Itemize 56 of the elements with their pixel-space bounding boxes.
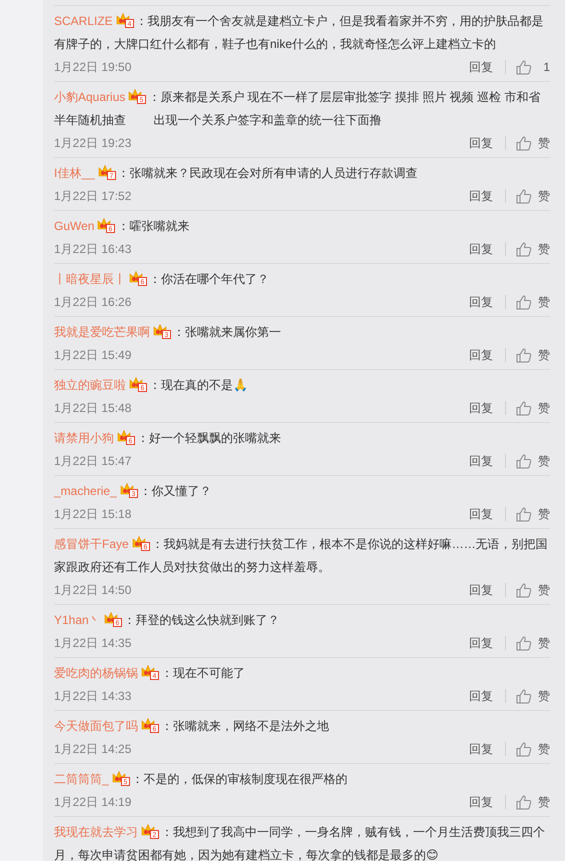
comment-time: 1月22日 14:33 — [54, 688, 132, 704]
reply-link[interactable]: 回复 — [469, 58, 493, 76]
like-count[interactable]: 赞 — [538, 506, 550, 522]
thumbs-up-icon[interactable] — [516, 348, 532, 362]
reply-link[interactable]: 回复 — [469, 688, 493, 704]
comment-time: 1月22日 19:50 — [54, 58, 132, 76]
thumbs-up-icon[interactable] — [516, 636, 532, 650]
thumbs-up-icon[interactable] — [516, 742, 532, 756]
like-count[interactable]: 赞 — [538, 582, 550, 598]
thumbs-up-icon[interactable] — [516, 794, 532, 810]
like-count[interactable]: 赞 — [538, 452, 550, 470]
comment-time: 1月22日 15:48 — [54, 400, 132, 416]
thumbs-up-icon[interactable] — [516, 582, 532, 598]
thumbs-up-icon[interactable] — [516, 400, 532, 416]
reply-link[interactable]: 回复 — [469, 346, 493, 364]
comment-time: 1月22日 16:43 — [54, 240, 132, 258]
reply-link[interactable]: 回复 — [469, 634, 493, 652]
like-count[interactable]: 赞 — [538, 794, 550, 810]
comment-time: 1月22日 14:25 — [54, 740, 132, 758]
reply-link[interactable]: 回复 — [469, 240, 493, 258]
reply-link[interactable]: 回复 — [469, 794, 493, 810]
like-count[interactable]: 赞 — [538, 740, 550, 758]
reply-link[interactable]: 回复 — [469, 400, 493, 416]
thumbs-up-icon[interactable] — [516, 294, 532, 310]
like-count[interactable]: 赞 — [538, 634, 550, 652]
like-count[interactable]: 1 — [538, 60, 550, 74]
comment-time: 1月22日 14:19 — [54, 794, 132, 810]
reply-link[interactable]: 回复 — [469, 452, 493, 470]
like-count[interactable]: 赞 — [538, 134, 550, 152]
thumbs-up-icon[interactable] — [516, 688, 532, 704]
thumbs-up-icon[interactable] — [516, 506, 532, 522]
comment-time: 1月22日 14:50 — [54, 582, 132, 598]
reply-link[interactable]: 回复 — [469, 188, 493, 204]
comment-time: 1月22日 14:35 — [54, 634, 132, 652]
like-count[interactable]: 赞 — [538, 346, 550, 364]
reply-link[interactable]: 回复 — [469, 134, 493, 152]
like-count[interactable]: 赞 — [538, 400, 550, 416]
reply-link[interactable]: 回复 — [469, 582, 493, 598]
comment-time: 1月22日 15:47 — [54, 452, 132, 470]
thumbs-up-icon[interactable] — [516, 136, 532, 150]
thumbs-up-icon[interactable] — [516, 60, 532, 74]
thumbs-up-icon[interactable] — [516, 454, 532, 468]
like-count[interactable]: 赞 — [538, 294, 550, 310]
reply-link[interactable]: 回复 — [469, 294, 493, 310]
reply-link[interactable]: 回复 — [469, 740, 493, 758]
comment-time: 1月22日 19:23 — [54, 134, 132, 152]
comment-time: 1月22日 17:52 — [54, 188, 132, 204]
reply-link[interactable]: 回复 — [469, 506, 493, 522]
comment-time: 1月22日 15:18 — [54, 506, 132, 522]
comment-time: 1月22日 15:49 — [54, 346, 132, 364]
thumbs-up-icon[interactable] — [516, 242, 532, 256]
like-count[interactable]: 赞 — [538, 240, 550, 258]
comment-time: 1月22日 16:26 — [54, 294, 132, 310]
like-count[interactable]: 赞 — [538, 688, 550, 704]
like-count[interactable]: 赞 — [538, 188, 550, 204]
thumbs-up-icon[interactable] — [516, 188, 532, 204]
